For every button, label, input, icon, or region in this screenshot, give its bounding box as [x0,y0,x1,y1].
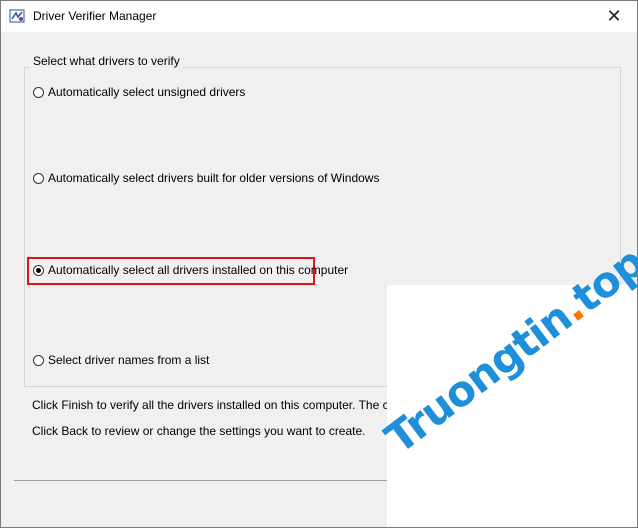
close-button[interactable]: ✕ [591,1,637,32]
radio-label[interactable]: Automatically select all drivers install… [48,263,348,277]
info-finish-text: Click Finish to verify all the drivers i… [32,398,436,412]
group-legend: Select what drivers to verify [30,54,183,68]
radio-button[interactable] [33,172,44,184]
radio-label[interactable]: Select driver names from a list [48,353,209,367]
window-title: Driver Verifier Manager [33,9,157,23]
driver-verifier-app-icon [9,9,25,23]
radio-button-selected[interactable] [33,264,44,276]
radio-button[interactable] [33,354,44,366]
radio-label[interactable]: Automatically select unsigned drivers [48,85,245,99]
radio-older-windows-drivers[interactable]: Automatically select drivers built for o… [33,169,379,187]
radio-all-installed-drivers[interactable]: Automatically select all drivers install… [33,261,348,279]
radio-unsigned-drivers[interactable]: Automatically select unsigned drivers [33,83,245,101]
title-bar[interactable]: Driver Verifier Manager ✕ [1,1,637,32]
radio-select-from-list[interactable]: Select driver names from a list [33,351,209,369]
close-icon: ✕ [606,6,622,26]
radio-label[interactable]: Automatically select drivers built for o… [48,171,379,185]
radio-button[interactable] [33,86,44,98]
driver-verifier-window: Driver Verifier Manager ✕ Select what dr… [0,0,638,528]
info-back-text: Click Back to review or change the setti… [32,424,366,438]
